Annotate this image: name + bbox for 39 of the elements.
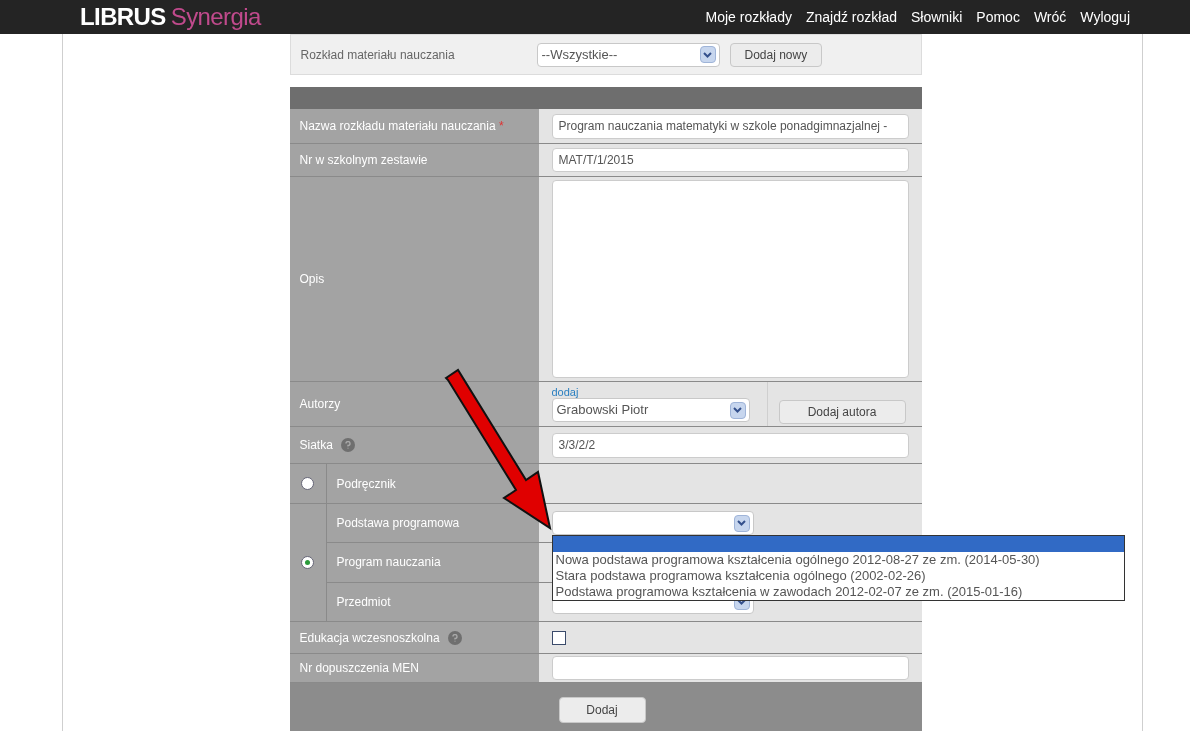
men-number-input[interactable] <box>551 656 909 680</box>
nav-link[interactable]: Słowniki <box>910 6 963 28</box>
author-select[interactable]: Grabowski Piotr <box>551 398 750 422</box>
field-label: Edukacja wczesnoszkolna <box>299 629 440 647</box>
field-label: Nazwa rozkładu materiału nauczania * <box>299 118 504 135</box>
nav-link[interactable]: Pomoc <box>976 6 1020 28</box>
radio-button[interactable] <box>301 556 314 569</box>
filter-label: Rozkład materiału nauczania <box>300 46 456 64</box>
dropdown-option[interactable]: Nowa podstawa programowa kształcenia ogólnego 2012-08-27 ze zm. (2014-05-30) <box>552 552 1124 568</box>
filter-select[interactable]: --Wszystkie-- <box>536 42 720 67</box>
number-input[interactable]: MAT/T/1/2015 <box>551 148 909 172</box>
field-label: Program nauczania <box>336 554 441 572</box>
nav-link[interactable]: Znajdź rozkład <box>805 6 897 28</box>
field-label: Autorzy <box>299 396 341 413</box>
field-label: Nr dopuszczenia MEN <box>299 660 419 677</box>
nav-link[interactable]: Moje rozkłady <box>705 6 792 28</box>
field-label: Podręcznik <box>336 475 396 493</box>
field-label: Przedmiot <box>336 593 391 611</box>
grid-input[interactable]: 3/3/2/2 <box>551 432 909 458</box>
nav-link[interactable]: Wyloguj <box>1080 6 1130 28</box>
curriculum-select[interactable] <box>551 511 754 536</box>
nav-link[interactable]: Wróć <box>1033 6 1067 28</box>
radio-button[interactable] <box>301 477 314 490</box>
field-label: Podstawa programowa <box>336 515 460 533</box>
select-caret-icon <box>729 401 746 419</box>
select-caret-icon <box>699 46 716 63</box>
add-link[interactable]: dodaj <box>551 386 756 398</box>
add-author-button[interactable]: Dodaj autora <box>778 400 906 424</box>
dropdown-option[interactable]: Podstawa programowa kształcenia w zawodach 2012-02-07 ze zm. (2015-01-16) <box>552 584 1124 600</box>
field-label: Opis <box>299 271 325 288</box>
logo: LIBRUS Synergia <box>80 5 261 29</box>
name-input[interactable]: Program nauczania matematyki w szkole ponadgimnazjalnej - <box>551 113 909 139</box>
checkbox[interactable] <box>551 630 566 645</box>
field-label: Siatka <box>299 437 333 454</box>
field-label: Nr w szkolnym zestawie <box>299 152 428 169</box>
add-new-button[interactable]: Dodaj nowy <box>729 42 823 67</box>
dropdown-option[interactable]: Stara podstawa programowa kształcenia ogólnego (2002-02-26) <box>552 568 1124 584</box>
submit-button[interactable]: Dodaj <box>558 697 646 723</box>
select-caret-icon <box>733 514 750 532</box>
